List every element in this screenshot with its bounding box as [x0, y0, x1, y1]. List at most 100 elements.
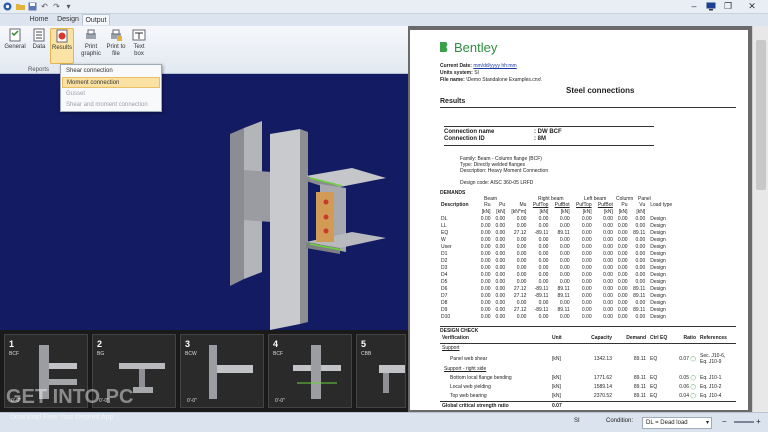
demand-cell: 0.00 — [635, 251, 646, 257]
demand-row: User 0.00 0.00 0.00 0.00 0.00 0.00 0.00 0.00 0.00… — [440, 244, 680, 251]
tab-home[interactable]: Home — [26, 14, 52, 25]
ratio-value: 0.06 — [679, 384, 689, 390]
thumbnail-model-icon — [293, 345, 341, 399]
demand-cell: 0.00 — [480, 223, 491, 229]
save-icon[interactable] — [28, 2, 37, 11]
zoom-out-icon[interactable]: − — [722, 417, 727, 426]
unit-cell: [kN] — [496, 209, 506, 215]
demands-header-row: Description Ru Pu Mu PufTop PufBot PufTo… — [440, 202, 680, 209]
monitor-icon[interactable] — [703, 0, 719, 12]
demand-cell: 0.00 — [617, 314, 628, 320]
col-header: Verification — [442, 335, 469, 341]
ratio-value: 0.05 — [679, 375, 689, 381]
print-to-file-button[interactable]: Print to file — [104, 28, 128, 64]
thumbnail-3[interactable]: 3 BCW 0'-0" — [180, 334, 264, 408]
quick-access-dropdown-icon[interactable]: ▾ — [64, 2, 73, 11]
demand-cell: 0.00 — [480, 251, 491, 257]
check-cell: Local web yielding — [450, 384, 491, 390]
tab-output[interactable]: Output — [82, 14, 110, 25]
demand-cell: 0.00 — [495, 230, 506, 236]
demand-cell: 0.00 — [495, 286, 506, 292]
print-graphic-button[interactable]: Print graphic — [78, 28, 104, 64]
restore-icon[interactable]: ❐ — [720, 0, 736, 12]
demand-cell: 0.00 — [603, 230, 613, 236]
demand-cell: 0.00 — [617, 230, 628, 236]
report-scrollbar-thumb[interactable] — [756, 40, 766, 190]
demand-cell: Design — [650, 237, 666, 243]
ok-circle-icon: ◯ — [690, 393, 696, 399]
open-folder-icon[interactable] — [16, 2, 25, 11]
demand-cell: 0.00 — [480, 216, 491, 222]
data-button[interactable]: Data — [28, 28, 50, 64]
check-cell: EQ — [650, 375, 658, 381]
demand-cell: 0.00 — [516, 279, 527, 285]
thumbnail-number: 2 — [97, 339, 103, 349]
col-header: PufTop — [576, 202, 592, 208]
connection-name-value: : DW BCF — [534, 129, 562, 135]
ok-circle-icon: ◯ — [690, 355, 696, 362]
col-header: Description — [441, 202, 469, 208]
thumbnail-5[interactable]: 5 CBB — [356, 334, 406, 408]
check-cell: [kN] — [552, 384, 561, 390]
divider — [444, 126, 654, 127]
demand-cell: 0.00 — [480, 237, 491, 243]
chevron-down-icon: ▾ — [705, 420, 709, 426]
unit-cell: [kN] — [604, 209, 613, 215]
check-cell: 89.11 — [633, 355, 646, 362]
redo-icon[interactable]: ↷ — [52, 2, 61, 11]
thumbnail-4[interactable]: 4 BCF 0'-0" — [268, 334, 352, 408]
unit-cell: [kN] — [539, 209, 549, 215]
demand-cell: 0.00 — [495, 300, 506, 306]
menu-item-moment-connection[interactable]: Moment connection — [62, 77, 160, 88]
undo-icon[interactable]: ↶ — [40, 2, 49, 11]
zoom-slider[interactable] — [734, 421, 754, 423]
demand-cell: 0.00 — [581, 314, 592, 320]
demand-cell: Design — [650, 251, 666, 257]
demand-cell: 0.00 — [635, 258, 646, 264]
check-cell: 2370.52 — [593, 393, 612, 399]
close-icon[interactable]: ✕ — [744, 0, 760, 12]
demand-cell: 0.00 — [559, 216, 570, 222]
check-cell: EQ — [650, 384, 658, 390]
demand-cell: 0.00 — [480, 230, 491, 236]
demand-cell: 0.00 — [581, 216, 592, 222]
menu-item-shear-connection[interactable]: Shear connection — [62, 66, 160, 77]
check-cell: Bottom local flange bending — [450, 375, 512, 381]
zoom-in-icon[interactable]: + — [756, 417, 761, 426]
demand-row: D5 0.00 0.00 0.00 0.00 0.00 0.00 0.00 0.00 0.00 De… — [440, 279, 680, 286]
file-row: File name: \Demo Standalone Examples.cnx… — [440, 77, 541, 83]
report-scrollbar[interactable] — [752, 26, 768, 412]
condition-select[interactable]: DL = Dead load ▾ — [642, 417, 712, 429]
global-ratio-label: Global critical strength ratio — [442, 403, 509, 409]
check-cell: 89.11 — [633, 375, 646, 381]
demand-cell: 0.00 — [635, 300, 646, 306]
unit-cell: [kN] — [481, 209, 491, 215]
demand-cell: 0.00 — [495, 265, 506, 271]
app-menu-icon[interactable] — [3, 2, 12, 11]
global-ratio-row: Global critical strength ratio 0.07 — [440, 401, 736, 412]
demand-cell: 0.00 — [603, 265, 613, 271]
support-row: Support — [440, 344, 736, 354]
3d-viewport[interactable] — [0, 74, 408, 330]
demand-cell: 89.11 — [633, 293, 646, 299]
watermark-subtitle: Download Free Your Desired App — [10, 414, 114, 421]
results-button[interactable]: Results — [50, 28, 74, 64]
demand-cell: Design — [650, 244, 666, 250]
demand-cell: 0.00 — [581, 286, 592, 292]
demand-cell: 0.00 — [617, 300, 628, 306]
demand-cell: 0.00 — [538, 244, 549, 250]
general-button[interactable]: General — [4, 28, 26, 64]
demand-cell: 0.00 — [603, 258, 613, 264]
thumbnail-number: 3 — [185, 339, 191, 349]
text-box-button[interactable]: Text box — [128, 28, 150, 64]
demand-cell: Design — [650, 300, 666, 306]
tab-design[interactable]: Design — [54, 14, 82, 25]
demand-cell: 0.00 — [581, 279, 592, 285]
thumbnail-dimension: 0'-0" — [275, 398, 285, 404]
check-cell: 1342.13 — [593, 355, 612, 362]
demand-cell: Design — [650, 272, 666, 278]
demand-cell: 0.00 — [480, 293, 491, 299]
demand-cell: 0.00 — [538, 223, 549, 229]
minimize-icon[interactable]: – — [686, 0, 702, 12]
demands-table: Description Ru Pu Mu PufTop PufBot PufTo… — [440, 202, 680, 321]
